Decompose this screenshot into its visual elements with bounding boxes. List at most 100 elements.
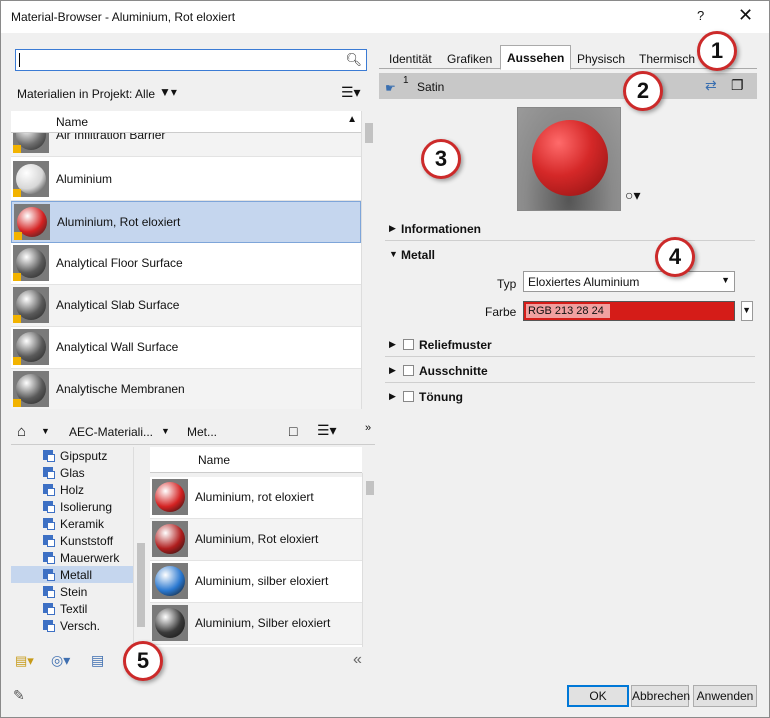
name-column-header[interactable]: Name <box>56 115 88 129</box>
tree-item-label: Isolierung <box>60 500 113 514</box>
section-reliefmuster[interactable]: ▶ Reliefmuster <box>385 333 755 357</box>
color-options-button[interactable]: ▼ <box>741 301 753 321</box>
library-tag-icon <box>13 399 21 407</box>
section-metall[interactable]: ▼ Metall <box>385 243 755 267</box>
chevron-down-icon[interactable]: ▼ <box>161 426 170 436</box>
search-input[interactable]: 🔍︎ <box>15 49 367 71</box>
library-list-header: Name <box>150 447 362 473</box>
tree-item[interactable]: Glas <box>11 464 135 481</box>
material-name: Analytische Membranen <box>56 382 185 396</box>
folder-icon <box>43 518 55 530</box>
tree-item[interactable]: Keramik <box>11 515 135 532</box>
chevron-down-icon[interactable]: ▼ <box>41 426 50 436</box>
folder-icon[interactable]: ▤▾ <box>15 653 34 669</box>
type-value: Eloxiertes Aluminium <box>528 275 640 289</box>
tab-grafiken[interactable]: Grafiken <box>441 49 498 71</box>
tree-item[interactable]: Mauerwerk <box>11 549 135 566</box>
section-label: Tönung <box>419 390 463 404</box>
list-view-icon[interactable]: ☰▾ <box>341 84 361 101</box>
tab-identitaet[interactable]: Identität <box>383 49 438 71</box>
relief-checkbox[interactable] <box>403 339 414 350</box>
expand-arrow-icon[interactable]: ▶ <box>389 391 396 402</box>
home-icon[interactable]: ⌂ <box>17 423 26 440</box>
list-item[interactable]: Analytical Wall Surface <box>11 327 361 369</box>
section-toenung[interactable]: ▶ Tönung <box>385 385 755 409</box>
folder-icon <box>43 603 55 615</box>
folder-icon <box>43 450 55 462</box>
list-view-icon[interactable]: ☰▾ <box>317 422 337 439</box>
material-sphere <box>155 566 185 596</box>
scrollbar-thumb[interactable] <box>365 123 373 143</box>
color-field[interactable]: RGB 213 28 24 <box>523 301 735 321</box>
close-button[interactable]: ✕ <box>738 5 753 26</box>
list-item[interactable]: Aluminium, Silber eloxiert <box>150 603 362 645</box>
tree-item[interactable]: Versch. <box>11 617 135 634</box>
material-preview <box>517 107 621 211</box>
search-icon[interactable]: 🔍︎ <box>345 52 362 68</box>
expand-arrow-icon[interactable]: ▶ <box>389 365 396 376</box>
list-item[interactable]: Air Infiltration Barrier <box>11 133 361 157</box>
tree-item[interactable]: Isolierung <box>11 498 135 515</box>
material-name: Analytical Slab Surface <box>56 298 180 312</box>
library-list-scrollbar[interactable] <box>362 473 375 647</box>
tab-aussehen[interactable]: Aussehen <box>500 45 572 70</box>
material-name: Aluminium, Rot eloxiert <box>195 532 319 546</box>
apply-button[interactable]: Anwenden <box>693 685 757 707</box>
material-thumbnail <box>152 479 188 515</box>
preview-options-icon[interactable]: ○▾ <box>625 187 640 204</box>
asset-browser-icon[interactable]: ▤ <box>91 652 104 669</box>
tint-checkbox[interactable] <box>403 391 414 402</box>
list-item[interactable]: Aluminium, rot eloxiert <box>150 477 362 519</box>
folder-icon <box>43 620 55 632</box>
list-item[interactable]: Aluminium <box>11 159 361 201</box>
tree-item-label: Keramik <box>60 517 105 531</box>
list-item[interactable]: Aluminium, Rot eloxiert <box>11 201 361 243</box>
tree-item[interactable]: Holz <box>11 481 135 498</box>
tree-item[interactable]: Textil <box>11 600 135 617</box>
replace-asset-icon[interactable]: ⇄ <box>705 77 717 94</box>
scrollbar-thumb[interactable] <box>137 543 145 627</box>
tab-physisch[interactable]: Physisch <box>571 49 631 71</box>
section-informationen[interactable]: ▶ Informationen <box>385 217 755 241</box>
tree-item-label: Gipsputz <box>60 449 108 463</box>
callout-badge: 3 <box>421 139 461 179</box>
help-button[interactable]: ? <box>697 8 704 23</box>
collapse-arrow-icon[interactable]: ▼ <box>389 249 398 259</box>
type-select[interactable]: Eloxiertes Aluminium ▼ <box>523 271 735 292</box>
list-item[interactable]: Analytical Slab Surface <box>11 285 361 327</box>
expand-arrow-icon[interactable]: ▶ <box>389 339 396 350</box>
tree-item[interactable]: Gipsputz <box>11 447 135 464</box>
scrollbar-thumb[interactable] <box>366 481 374 495</box>
expand-arrow-icon[interactable]: ▶ <box>389 223 396 234</box>
tree-scrollbar[interactable] <box>133 447 147 647</box>
asset-user-count: 1 <box>403 75 409 86</box>
tab-thermisch[interactable]: Thermisch <box>633 49 701 71</box>
name-column-header[interactable]: Name <box>198 453 230 467</box>
chevron-down-icon[interactable]: ▼ <box>721 275 730 285</box>
list-item[interactable]: Analytical Floor Surface <box>11 243 361 285</box>
section-ausschnitte[interactable]: ▶ Ausschnitte <box>385 359 755 383</box>
sort-ascending-icon[interactable]: ▲ <box>347 114 357 125</box>
project-list-scrollbar[interactable] <box>361 111 375 409</box>
tree-item[interactable]: Metall <box>11 566 135 583</box>
tree-item[interactable]: Kunststoff <box>11 532 135 549</box>
ok-button[interactable]: OK <box>567 685 629 707</box>
breadcrumb-item-library[interactable]: AEC-Materiali... <box>69 425 153 439</box>
filter-icon[interactable]: ▼▾ <box>159 85 177 99</box>
add-material-icon[interactable]: ◎▾ <box>51 652 70 669</box>
panel-toggle-icon[interactable]: □ <box>289 423 297 439</box>
list-item[interactable]: Analytische Membranen <box>11 369 361 409</box>
cutouts-checkbox[interactable] <box>403 365 414 376</box>
chevron-down-icon[interactable]: ▼ <box>742 305 751 315</box>
breadcrumb-item-category[interactable]: Met... <box>187 425 217 439</box>
duplicate-asset-icon[interactable]: ❐ <box>731 77 744 94</box>
tree-item[interactable]: Stein <box>11 583 135 600</box>
library-tag-icon <box>13 315 21 323</box>
list-item[interactable]: Aluminium, silber eloxiert <box>150 561 362 603</box>
collapse-icon[interactable]: « <box>353 651 362 669</box>
list-item[interactable]: Aluminium, Rot eloxiert <box>150 519 362 561</box>
library-tag-icon <box>13 189 21 197</box>
cancel-button[interactable]: Abbrechen <box>631 685 690 707</box>
edit-material-icon[interactable]: ✎ <box>13 687 25 704</box>
expand-icon[interactable]: » <box>365 422 371 434</box>
